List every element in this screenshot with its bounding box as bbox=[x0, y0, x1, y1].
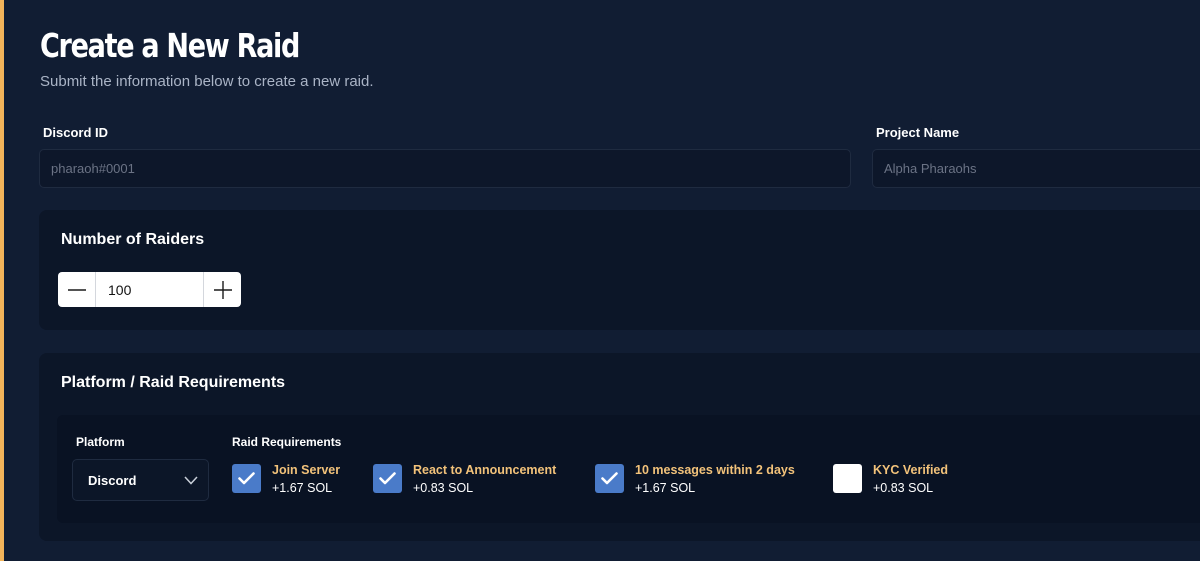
decrement-button[interactable] bbox=[58, 272, 95, 307]
requirement-price: +0.83 SOL bbox=[873, 481, 934, 495]
requirement-join-server: Join Server +1.67 SOL bbox=[232, 462, 340, 498]
kyc-verified-checkbox[interactable] bbox=[833, 464, 862, 493]
page-title: Create a New Raid bbox=[40, 26, 300, 65]
requirement-price: +0.83 SOL bbox=[413, 481, 474, 495]
raiders-stepper: 100 bbox=[58, 272, 241, 307]
react-announcement-checkbox[interactable] bbox=[373, 464, 402, 493]
platform-label: Platform bbox=[76, 435, 125, 449]
discord-id-input[interactable] bbox=[39, 149, 851, 188]
join-server-checkbox[interactable] bbox=[232, 464, 261, 493]
requirement-name: React to Announcement bbox=[413, 463, 557, 477]
requirement-kyc-verified: KYC Verified +0.83 SOL bbox=[833, 462, 948, 498]
plus-icon bbox=[213, 280, 232, 299]
create-raid-page: Create a New Raid Submit the information… bbox=[0, 0, 1200, 561]
platform-select-value: Discord bbox=[88, 472, 137, 488]
increment-button[interactable] bbox=[204, 272, 241, 307]
messages-checkbox[interactable] bbox=[595, 464, 624, 493]
requirement-price: +1.67 SOL bbox=[635, 481, 696, 495]
raiders-card: Number of Raiders 100 bbox=[39, 210, 1200, 330]
project-name-label: Project Name bbox=[876, 125, 960, 140]
raiders-count-input[interactable]: 100 bbox=[95, 272, 204, 307]
requirement-react-announcement: React to Announcement +0.83 SOL bbox=[373, 462, 556, 498]
minus-icon bbox=[67, 288, 86, 291]
raid-requirements-label: Raid Requirements bbox=[232, 435, 342, 449]
page-subtitle: Submit the information below to create a… bbox=[40, 73, 374, 90]
checkmark-icon bbox=[379, 472, 396, 485]
requirement-name: Join Server bbox=[272, 463, 341, 477]
platform-select[interactable]: Discord bbox=[72, 459, 209, 501]
checkmark-icon bbox=[601, 472, 618, 485]
left-accent-stripe bbox=[0, 0, 4, 561]
raiders-title: Number of Raiders bbox=[61, 231, 205, 248]
requirements-panel: Platform Raid Requirements Discord Join … bbox=[57, 415, 1200, 523]
requirement-name: 10 messages within 2 days bbox=[635, 463, 795, 477]
requirement-price: +1.67 SOL bbox=[272, 481, 333, 495]
checkmark-icon bbox=[238, 472, 255, 485]
project-name-input[interactable] bbox=[872, 149, 1200, 188]
requirement-messages: 10 messages within 2 days +1.67 SOL bbox=[595, 462, 795, 498]
discord-id-label: Discord ID bbox=[43, 125, 109, 140]
requirements-title: Platform / Raid Requirements bbox=[61, 374, 286, 391]
chevron-down-icon bbox=[184, 475, 198, 485]
requirement-name: KYC Verified bbox=[873, 463, 949, 477]
requirements-card: Platform / Raid Requirements Platform Ra… bbox=[39, 353, 1200, 541]
